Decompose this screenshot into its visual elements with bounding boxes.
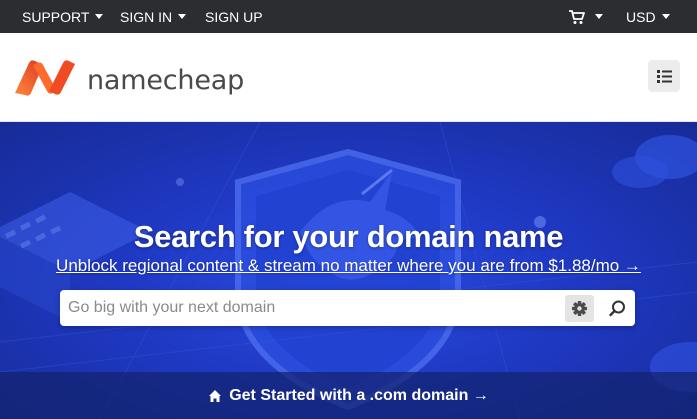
support-label: SUPPORT [22,8,90,25]
search-submit-button[interactable] [604,295,631,322]
namecheap-logo-icon[interactable] [13,57,77,97]
chevron-down-icon [661,14,670,19]
sign-up-link[interactable]: SIGN UP [205,0,263,33]
domain-search-box [60,290,635,326]
get-started-label: Get Started with a .com domain → [229,386,489,404]
menu-button[interactable] [648,60,680,92]
chevron-down-icon [595,14,603,19]
currency-label: USD [626,8,656,25]
hero-section: Search for your domain name Unblock regi… [0,122,697,419]
hero-title: Search for your domain name [133,219,564,254]
cta-strip: Get Started with a .com domain → [0,372,697,419]
search-icon [609,300,625,317]
list-icon [657,70,672,83]
home-icon [209,389,222,402]
brand-name[interactable]: namecheap [87,65,244,96]
currency-selector[interactable]: USD [626,0,670,33]
sign-up-label: SIGN UP [205,8,263,25]
chevron-down-icon [178,14,187,19]
promo-link[interactable]: Unblock regional content & stream no mat… [0,256,697,276]
sign-in-menu[interactable]: SIGN IN [120,0,187,33]
site-header: namecheap [0,33,697,122]
search-settings-button[interactable] [565,295,594,322]
domain-search-input[interactable] [68,290,558,326]
chevron-down-icon [95,14,104,19]
sign-in-label: SIGN IN [120,8,173,25]
cart-button[interactable] [568,0,603,33]
gear-icon [572,301,587,316]
cart-icon [569,9,585,24]
get-started-link[interactable]: Get Started with a .com domain → [0,372,697,419]
support-menu[interactable]: SUPPORT [22,0,104,33]
top-bar: SUPPORT SIGN IN SIGN UP USD [0,0,697,33]
